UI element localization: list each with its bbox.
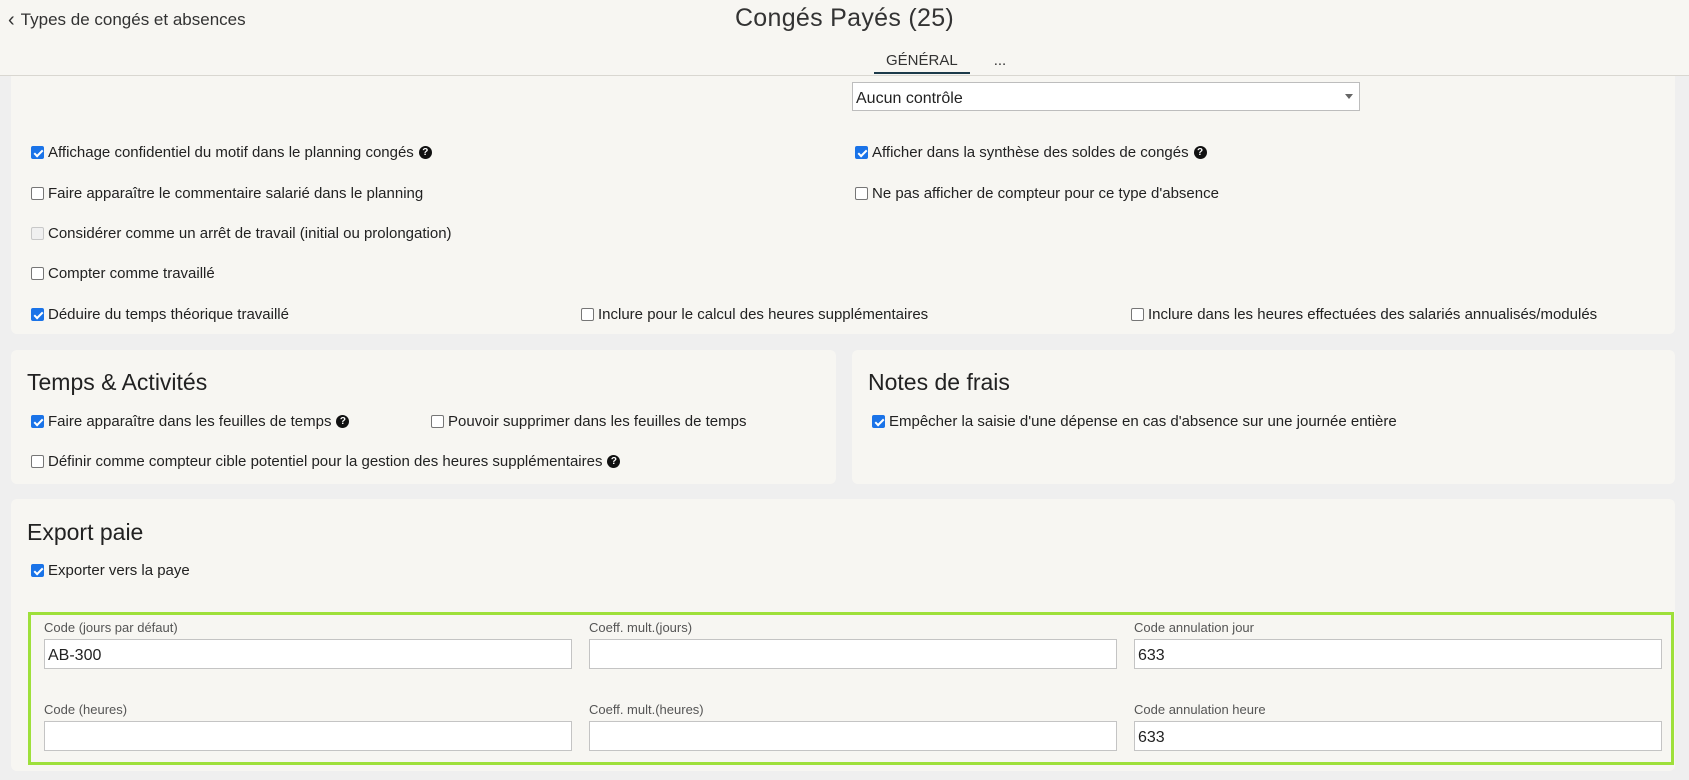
option-label: Ne pas afficher de compteur pour ce type… <box>872 185 1219 202</box>
hour-code-input[interactable] <box>44 721 572 751</box>
help-icon[interactable]: ? <box>1193 146 1207 159</box>
tab-bar: GÉNÉRAL ... <box>874 52 1010 74</box>
checkbox[interactable] <box>31 146 44 159</box>
option-label: Affichage confidentiel du motif dans le … <box>48 144 414 161</box>
option-count-as-worked[interactable]: Compter comme travaillé <box>31 265 215 282</box>
page-title: Congés Payés (25) <box>734 4 955 32</box>
section-title: Export paie <box>27 519 144 545</box>
option-label: Faire apparaître dans les feuilles de te… <box>48 413 332 430</box>
control-select[interactable]: Aucun contrôle <box>852 82 1360 111</box>
checkbox[interactable] <box>31 415 44 428</box>
option-export-to-payroll[interactable]: Exporter vers la paye <box>31 562 190 579</box>
option-include-annualized-hours[interactable]: Inclure dans les heures effectuées des s… <box>1131 306 1597 323</box>
day-code-input[interactable]: AB-300 <box>44 639 572 669</box>
option-delete-in-timesheets[interactable]: Pouvoir supprimer dans les feuilles de t… <box>431 413 746 430</box>
day-coeff-input[interactable] <box>589 639 1117 669</box>
tab-more[interactable]: ... <box>990 52 1011 74</box>
checkbox[interactable] <box>855 146 868 159</box>
option-label: Faire apparaître le commentaire salarié … <box>48 185 424 202</box>
top-bar: ‹ Types de congés et absences Congés Pay… <box>0 0 1689 76</box>
checkbox[interactable] <box>872 415 885 428</box>
option-show-in-timesheets[interactable]: Faire apparaître dans les feuilles de te… <box>31 413 350 430</box>
tab-general[interactable]: GÉNÉRAL <box>874 52 970 74</box>
help-icon[interactable]: ? <box>418 146 432 159</box>
option-work-stoppage: Considérer comme un arrêt de travail (in… <box>31 225 452 242</box>
field-label-day-coeff: Coeff. mult.(jours) <box>589 620 693 635</box>
option-label: Inclure pour le calcul des heures supplé… <box>598 306 929 323</box>
option-include-overtime[interactable]: Inclure pour le calcul des heures supplé… <box>581 306 928 323</box>
day-cancel-code-input[interactable]: 633 <box>1134 639 1662 669</box>
checkbox[interactable] <box>855 187 868 200</box>
field-label-hour-cancel-code: Code annulation heure <box>1134 702 1266 717</box>
option-label: Inclure dans les heures effectuées des s… <box>1148 306 1598 323</box>
option-block-expense-on-absence[interactable]: Empêcher la saisie d'une dépense en cas … <box>872 413 1397 430</box>
dropdown-arrow-icon <box>1345 94 1353 99</box>
checkbox <box>31 227 44 240</box>
export-codes-panel: Code (jours par défaut) AB-300 Coeff. mu… <box>28 612 1674 765</box>
option-label: Empêcher la saisie d'une dépense en cas … <box>889 413 1397 430</box>
checkbox[interactable] <box>31 267 44 280</box>
option-label: Considérer comme un arrêt de travail (in… <box>48 225 452 242</box>
option-label: Afficher dans la synthèse des soldes de … <box>872 144 1189 161</box>
hour-cancel-code-input[interactable]: 633 <box>1134 721 1662 751</box>
section-title: Notes de frais <box>868 369 1010 395</box>
option-show-employee-comment[interactable]: Faire apparaître le commentaire salarié … <box>31 185 423 202</box>
option-label: Déduire du temps théorique travaillé <box>48 306 289 323</box>
option-label: Pouvoir supprimer dans les feuilles de t… <box>448 413 747 430</box>
option-hide-counter[interactable]: Ne pas afficher de compteur pour ce type… <box>855 185 1219 202</box>
option-confidential-display[interactable]: Affichage confidentiel du motif dans le … <box>31 144 432 161</box>
option-label: Compter comme travaillé <box>48 265 215 282</box>
checkbox[interactable] <box>31 455 44 468</box>
option-label: Définir comme compteur cible potentiel p… <box>48 453 603 470</box>
checkbox[interactable] <box>31 564 44 577</box>
option-deduct-theoretical-time[interactable]: Déduire du temps théorique travaillé <box>31 306 289 323</box>
general-card: Aucun contrôle Affichage confidentiel du… <box>11 60 1675 334</box>
checkbox[interactable] <box>431 415 444 428</box>
time-activities-card: Temps & Activités Faire apparaître dans … <box>11 350 836 484</box>
option-target-counter-overtime[interactable]: Définir comme compteur cible potentiel p… <box>31 453 621 470</box>
section-title: Temps & Activités <box>27 369 208 395</box>
field-label-day-cancel-code: Code annulation jour <box>1134 620 1254 635</box>
checkbox[interactable] <box>31 187 44 200</box>
field-label-day-code: Code (jours par défaut) <box>44 620 178 635</box>
option-label: Exporter vers la paye <box>48 562 190 579</box>
option-show-in-balance-summary[interactable]: Afficher dans la synthèse des soldes de … <box>855 144 1207 161</box>
help-icon[interactable]: ? <box>607 455 621 468</box>
control-select-value: Aucun contrôle <box>856 90 963 107</box>
hour-coeff-input[interactable] <box>589 721 1117 751</box>
help-icon[interactable]: ? <box>336 415 350 428</box>
checkbox[interactable] <box>31 308 44 321</box>
checkbox[interactable] <box>1131 308 1144 321</box>
checkbox[interactable] <box>581 308 594 321</box>
field-label-hour-code: Code (heures) <box>44 702 128 717</box>
field-label-hour-coeff: Coeff. mult.(heures) <box>589 702 704 717</box>
expense-notes-card: Notes de frais Empêcher la saisie d'une … <box>852 350 1675 484</box>
